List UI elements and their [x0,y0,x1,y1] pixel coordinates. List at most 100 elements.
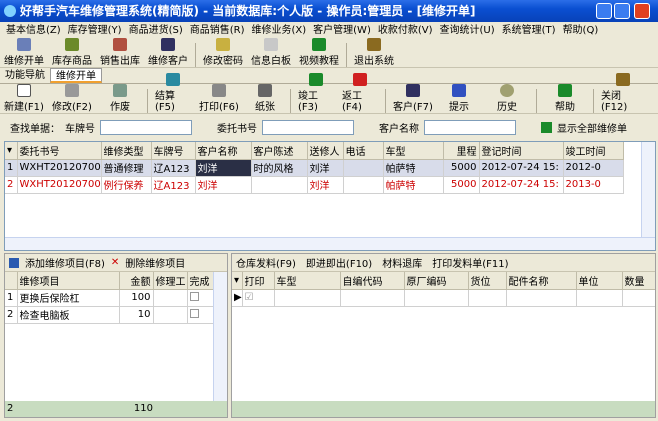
column-header[interactable]: 车型 [383,142,444,160]
cell[interactable]: 例行保养 [101,176,152,194]
table-row[interactable]: 1WXHT2012070004普通修理辽A123刘洋时的风格刘洋帕萨特50002… [5,159,624,177]
cell[interactable] [343,176,384,194]
cell[interactable]: 5000 [443,159,480,177]
maximize-button[interactable] [614,3,630,19]
cell[interactable] [343,159,384,177]
cell[interactable]: 刘洋 [307,176,344,194]
customer-button[interactable]: 客户(F7) [389,84,437,113]
vertical-scrollbar[interactable] [213,272,227,401]
settle-button[interactable]: 结算(F5) [151,73,195,113]
column-header[interactable]: 金额 [119,272,154,290]
repair-customer-button[interactable]: 维修客户 [144,38,192,67]
cell[interactable]: 辽A123 [151,176,196,194]
video-tutorial-button[interactable]: 视频教程 [295,38,343,67]
column-header[interactable]: 委托书号 [17,142,102,160]
vertical-scrollbar[interactable] [641,142,655,238]
cell[interactable]: 检查电脑板 [17,306,120,324]
tab-navigation[interactable]: 功能导航 [0,68,50,83]
close-button[interactable] [634,3,650,19]
cell[interactable]: 刘洋 [195,159,252,177]
sales-out-button[interactable]: 销售出库 [96,38,144,67]
cell[interactable]: 2012-07-24 15: [479,159,564,177]
column-header[interactable]: 自编代码 [340,272,405,290]
exit-button[interactable]: 退出系统 [350,38,398,67]
table-row[interactable]: 2 检查电脑板 10 [5,306,214,324]
cell[interactable]: 5000 [443,176,480,194]
history-button[interactable]: 历史 [481,84,533,113]
plate-input[interactable] [100,119,192,135]
menu-item[interactable]: 帮助(Q) [563,22,599,39]
cell[interactable]: 帕萨特 [383,176,444,194]
column-header[interactable]: 数量 [622,272,655,290]
cell[interactable]: 刘洋 [195,176,252,194]
table-row[interactable]: ▶ ☑ [232,289,655,307]
menu-item[interactable]: 客户管理(W) [313,22,371,39]
done-checkbox[interactable] [187,306,214,324]
cell[interactable]: 2013-0 [563,176,624,194]
column-header[interactable]: 货位 [468,272,507,290]
new-button[interactable]: 新建(F1) [0,84,48,113]
column-header[interactable]: 单位 [576,272,623,290]
rework-button[interactable]: 返工(F4) [338,73,382,113]
mechanic-dropdown[interactable] [153,289,188,307]
cell[interactable]: 10 [119,306,154,324]
column-header[interactable]: 竣工时间 [563,142,624,160]
inventory-button[interactable]: 库存商品 [48,38,96,67]
column-header[interactable]: 电话 [343,142,384,160]
order-no-input[interactable] [262,119,354,135]
column-header[interactable]: 维修项目 [17,272,120,290]
print-button[interactable]: 打印(F6) [195,84,243,113]
customer-name-input[interactable] [424,119,516,135]
column-header[interactable]: 客户名称 [195,142,252,160]
column-header[interactable]: 原厂编码 [404,272,469,290]
tips-button[interactable]: 提示 [437,84,481,113]
whiteboard-button[interactable]: 信息白板 [247,38,295,67]
table-row[interactable]: 2WXHT2012070003例行保养辽A123刘洋刘洋帕萨特50002012-… [5,176,624,194]
cell[interactable]: 辽A123 [151,159,196,177]
done-checkbox[interactable] [187,289,214,307]
close-tab-button[interactable]: 关闭(F12) [597,73,649,113]
cell[interactable] [251,176,308,194]
paper-button[interactable]: 纸张 [243,84,287,113]
column-header[interactable]: 送修人 [307,142,344,160]
menu-item[interactable]: 库存管理(Y) [68,22,122,39]
instant-in-out-button[interactable]: 即进即出(F10) [306,255,372,270]
column-header[interactable]: 车牌号 [151,142,196,160]
delete-item-button[interactable]: 删除维修项目 [125,255,185,270]
column-header[interactable]: 维修类型 [101,142,152,160]
cell[interactable]: 时的风格 [251,159,308,177]
menu-item[interactable]: 维修业务(X) [252,22,307,39]
column-header[interactable]: 修理工 [153,272,188,290]
menu-item[interactable]: 查询统计(U) [440,22,495,39]
column-header[interactable]: 配件名称 [506,272,577,290]
menu-item[interactable]: 系统管理(T) [502,22,556,39]
cell[interactable]: 刘洋 [307,159,344,177]
menu-item[interactable]: 基本信息(Z) [6,22,61,39]
horizontal-scrollbar[interactable] [5,237,655,250]
tab-repair-order[interactable]: 维修开单 [50,68,102,83]
repair-order-button[interactable]: 维修开单 [0,38,48,67]
column-header[interactable]: 登记时间 [479,142,564,160]
complete-button[interactable]: 竣工(F3) [294,73,338,113]
cell[interactable]: 更换后保险杠 [17,289,120,307]
column-header[interactable]: 里程 [443,142,480,160]
change-password-button[interactable]: 修改密码 [199,38,247,67]
cell[interactable]: 普通修理 [101,159,152,177]
warehouse-issue-button[interactable]: 仓库发料(F9) [236,255,296,270]
cell[interactable]: 100 [119,289,154,307]
cell[interactable]: WXHT2012070003 [17,176,102,194]
material-return-button[interactable]: 材料退库 [382,255,422,270]
menu-item[interactable]: 商品进货(S) [129,22,183,39]
add-item-button[interactable]: 添加维修项目(F8) [25,255,105,270]
cell[interactable]: 2012-0 [563,159,624,177]
column-header[interactable]: 车型 [274,272,341,290]
print-checkbox[interactable]: ☑ [242,289,275,307]
table-row[interactable]: 1 更换后保险杠 100 [5,289,214,307]
void-button[interactable]: 作废 [96,84,144,113]
show-all-button[interactable]: 显示全部维修单 [557,120,627,135]
minimize-button[interactable] [596,3,612,19]
column-header[interactable]: 打印 [242,272,275,290]
menu-item[interactable]: 商品销售(R) [190,22,245,39]
print-issue-button[interactable]: 打印发料单(F11) [432,255,508,270]
column-header[interactable]: 完成 [187,272,214,290]
